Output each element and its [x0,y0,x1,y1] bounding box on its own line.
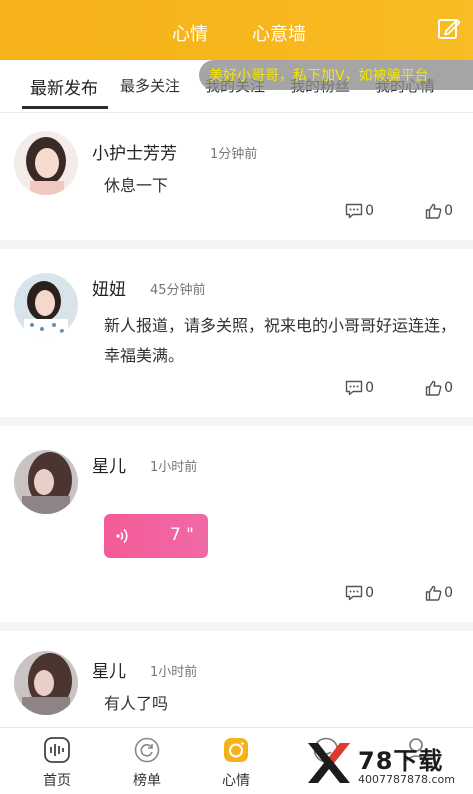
like-button[interactable]: 0 [425,585,453,601]
like-count: 0 [444,584,453,601]
thumbs-up-icon [425,380,442,396]
mood-feed[interactable]: 小护士芳芳 1分钟前 休息一下 0 0 妞妞 45分钟前 新人报道，请多关照，祝… [0,113,473,740]
comment-button[interactable]: 0 [345,380,374,396]
like-button[interactable]: 0 [425,203,453,219]
watermark: 78下载 4007787878.com [300,735,470,791]
tab-wish-wall[interactable]: 心意墙 [252,20,306,46]
post-username[interactable]: 星儿 [92,452,126,477]
edit-icon[interactable] [437,17,461,41]
avatar[interactable] [14,131,78,195]
comment-icon [345,585,363,600]
comment-button[interactable]: 0 [345,585,374,601]
post-actions: 0 0 [299,582,453,602]
post-time: 1小时前 [150,665,198,680]
watermark-logo-icon [308,743,350,783]
post-card[interactable]: 妞妞 45分钟前 新人报道，请多关照，祝来电的小哥哥好运连连，幸福美满。 0 0 [0,249,473,417]
camera-icon [223,737,249,763]
thumbs-up-icon [425,585,442,601]
nav-label: 心情 [222,773,250,789]
nav-label: 首页 [43,773,71,789]
marquee-text: 美好小哥哥，私下加V，如被骗平台 [209,68,429,84]
comment-icon [345,203,363,218]
subtab-most-followed[interactable]: 最多关注 [120,75,180,96]
post-card[interactable]: 星儿 1小时前 7 " 0 0 [0,426,473,622]
comment-count: 0 [365,379,374,396]
post-content: 休息一下 [104,176,169,195]
like-button[interactable]: 0 [425,380,453,396]
voice-wave-icon [116,528,128,544]
refresh-circle-icon [134,737,160,763]
post-time: 45分钟前 [150,283,206,298]
voice-wave-icon [44,737,70,763]
voice-duration: 7 " [169,525,194,545]
post-username[interactable]: 小护士芳芳 [92,139,177,164]
voice-message-button[interactable]: 7 " [104,514,208,558]
watermark-text: 78下载 [358,747,444,775]
avatar[interactable] [14,651,78,715]
thumbs-up-icon [425,203,442,219]
post-time: 1分钟前 [210,147,258,162]
post-username[interactable]: 星儿 [92,657,126,682]
tab-mood[interactable]: 心情 [172,20,208,46]
post-card[interactable]: 星儿 1小时前 有人了吗 [0,631,473,731]
post-card[interactable]: 小护士芳芳 1分钟前 休息一下 0 0 [0,113,473,240]
avatar[interactable] [14,273,78,337]
nav-ranking[interactable]: 榜单 [100,728,194,794]
comment-icon [345,380,363,395]
post-actions: 0 0 [299,377,453,397]
nav-home[interactable]: 首页 [10,728,104,794]
comment-count: 0 [365,202,374,219]
post-content: 新人报道，请多关照，祝来电的小哥哥好运连连，幸福美满。 [104,316,457,365]
post-actions: 0 0 [299,200,453,220]
nav-mood[interactable]: 心情 [189,728,283,794]
post-username[interactable]: 妞妞 [92,275,126,300]
avatar[interactable] [14,450,78,514]
nav-label: 榜单 [133,773,161,789]
like-count: 0 [444,379,453,396]
top-header: 心情 心意墙 [0,0,473,60]
active-tab-indicator [22,106,108,109]
like-count: 0 [444,202,453,219]
watermark-url: 4007787878.com [358,773,455,786]
subtab-latest[interactable]: 最新发布 [30,74,98,99]
comment-button[interactable]: 0 [345,203,374,219]
post-time: 1小时前 [150,460,198,475]
notice-marquee: 美好小哥哥，私下加V，如被骗平台 [199,60,473,90]
comment-count: 0 [365,584,374,601]
post-content: 有人了吗 [104,694,169,713]
